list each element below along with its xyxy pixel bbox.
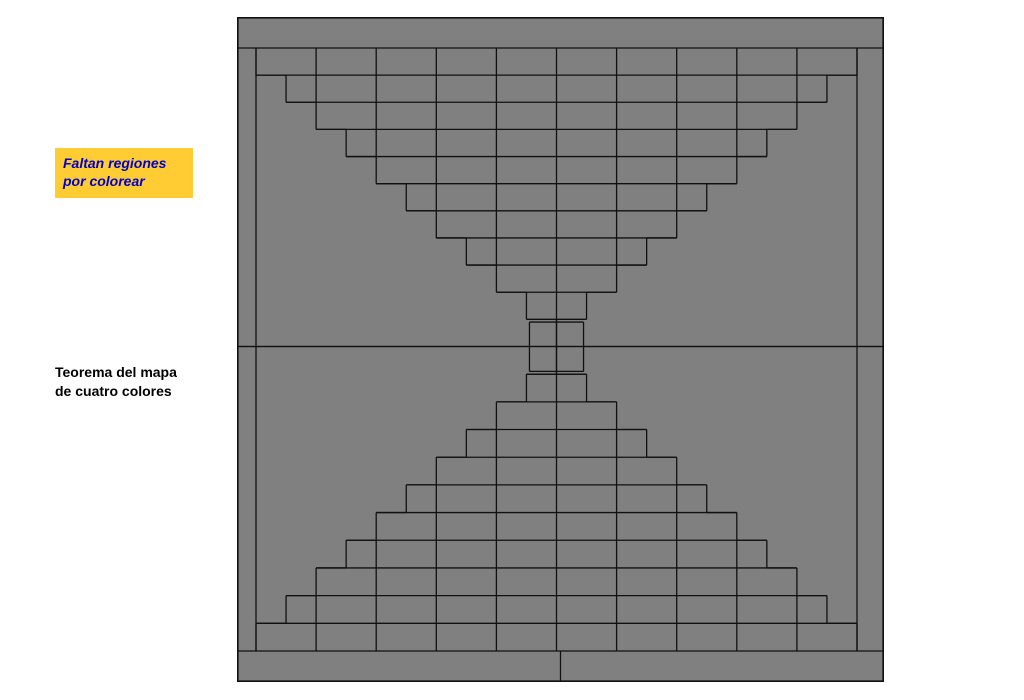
canvas: Faltan regiones por colorear Teorema del… [0,0,1024,700]
status-line-1: Faltan regiones [63,155,166,171]
map-svg [238,18,883,681]
title-line-2: de cuatro colores [55,383,172,399]
status-badge: Faltan regiones por colorear [55,148,193,198]
status-line-2: por colorear [63,173,145,189]
title-line-1: Teorema del mapa [55,364,177,380]
page-title: Teorema del mapa de cuatro colores [55,363,225,401]
map-diagram[interactable] [238,18,883,681]
